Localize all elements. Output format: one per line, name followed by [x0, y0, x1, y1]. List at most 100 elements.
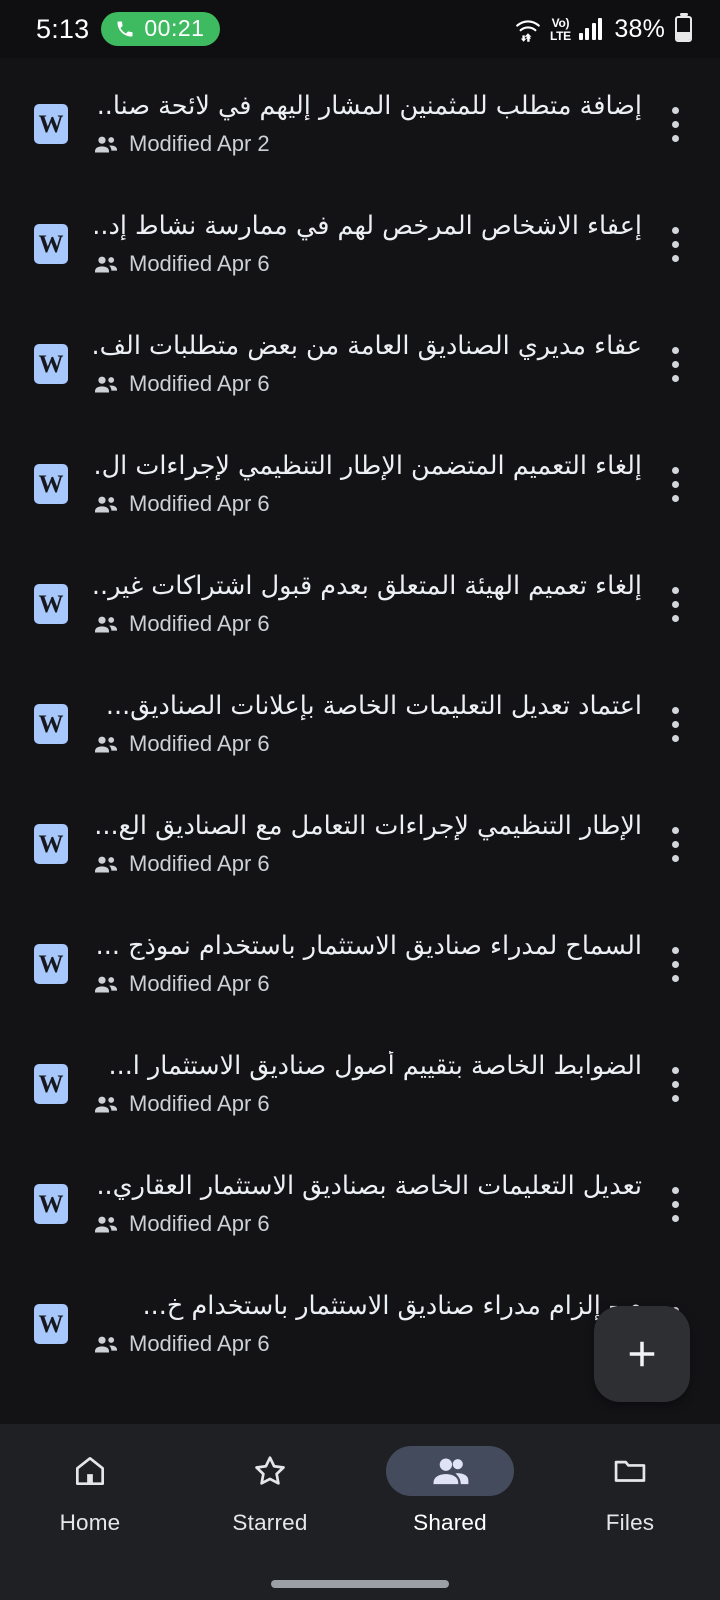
- kebab-dot: [671, 360, 679, 368]
- plus-icon: [629, 1341, 655, 1367]
- people-shared-icon: [95, 1337, 117, 1353]
- file-overflow-menu-button[interactable]: [652, 456, 698, 512]
- volte-line-2: LTE: [549, 28, 571, 43]
- file-meta: Modified Apr 6: [94, 1211, 642, 1237]
- file-overflow-menu-button[interactable]: [652, 936, 698, 992]
- kebab-dot: [671, 1186, 679, 1194]
- kebab-dot: [671, 586, 679, 594]
- file-meta: Modified Apr 6: [94, 611, 642, 637]
- word-document-icon: W: [34, 1184, 68, 1224]
- gesture-home-indicator[interactable]: [271, 1580, 449, 1588]
- kebab-dot: [671, 1080, 679, 1088]
- kebab-dot: [671, 1214, 679, 1222]
- file-overflow-menu-button[interactable]: [652, 696, 698, 752]
- file-list-item[interactable]: W الإطار التنظيمي لإجراءات التعامل مع الص…: [0, 784, 720, 904]
- word-document-icon: W: [34, 584, 68, 624]
- file-overflow-menu-button[interactable]: [652, 1176, 698, 1232]
- kebab-dot: [671, 254, 679, 262]
- file-meta: Modified Apr 2: [94, 131, 642, 157]
- status-clock: 5:13: [36, 13, 90, 44]
- signal-bars-icon: [578, 18, 603, 40]
- bottom-navigation-bar: Home Starred Shared Files: [0, 1424, 720, 1600]
- file-modified-label: Modified Apr 6: [129, 611, 270, 637]
- file-title: اعتماد تعديل التعليمات الخاصة بإعلانات ا…: [105, 690, 642, 721]
- file-item-body: اعتماد تعديل التعليمات الخاصة بإعلانات ا…: [94, 691, 642, 758]
- file-modified-label: Modified Apr 6: [129, 1211, 270, 1237]
- status-bar-right: Vo) LTE 38%: [514, 15, 692, 44]
- people-shared-icon: [95, 497, 117, 513]
- kebab-dot: [671, 106, 679, 114]
- word-document-icon: W: [34, 944, 68, 984]
- kebab-dot: [671, 1200, 679, 1208]
- file-overflow-menu-button[interactable]: [652, 1056, 698, 1112]
- phone-icon: [117, 21, 133, 36]
- file-title: م - إلزام مدراء صناديق الاستثمار باستخدا…: [142, 1290, 642, 1321]
- file-list-item[interactable]: W تعديل التعليمات الخاصة بصناديق الاستثما…: [0, 1144, 720, 1264]
- file-list-item[interactable]: W إلغاء التعميم المتضمن الإطار التنظيمي ل…: [0, 424, 720, 544]
- people-shared-icon: [95, 737, 117, 753]
- word-document-icon: W: [34, 824, 68, 864]
- file-list-item[interactable]: W إلغاء تعميم الهيئة المتعلق بعدم قبول اش…: [0, 544, 720, 664]
- tab-label: Shared: [413, 1510, 487, 1535]
- file-title: تعديل التعليمات الخاصة بصناديق الاستثمار…: [94, 1170, 642, 1201]
- kebab-dot: [671, 826, 679, 834]
- kebab-dot: [671, 226, 679, 234]
- tab-icon-pill: [386, 1446, 514, 1496]
- bottom-nav-tab-starred[interactable]: Starred: [180, 1442, 360, 1580]
- kebab-dot: [671, 120, 679, 128]
- word-document-icon: W: [34, 464, 68, 504]
- file-list-item[interactable]: W السماح لمدراء صناديق الاستثمار باستخدام…: [0, 904, 720, 1024]
- home-icon: [71, 1452, 109, 1490]
- kebab-dot: [671, 374, 679, 382]
- file-list-item[interactable]: W الضوابط الخاصة بتقييم أصول صناديق الاست…: [0, 1024, 720, 1144]
- tab-icon-pill: [206, 1446, 334, 1496]
- file-list-item[interactable]: W إضافة متطلب للمثمنين المشار إليهم في لا…: [0, 64, 720, 184]
- tab-icon-pill: [566, 1446, 694, 1496]
- file-overflow-menu-button[interactable]: [652, 816, 698, 872]
- file-overflow-menu-button[interactable]: [652, 96, 698, 152]
- file-list-item[interactable]: W اعتماد تعديل التعليمات الخاصة بإعلانات …: [0, 664, 720, 784]
- word-document-icon: W: [34, 704, 68, 744]
- people-shared-icon: [95, 977, 117, 993]
- kebab-dot: [671, 974, 679, 982]
- file-overflow-menu-button[interactable]: [652, 576, 698, 632]
- file-list-item[interactable]: W إعفاء الاشخاص المرخص لهم في ممارسة نشاط…: [0, 184, 720, 304]
- kebab-dot: [671, 720, 679, 728]
- shared-files-list[interactable]: W إضافة متطلب للمثمنين المشار إليهم في لا…: [0, 58, 720, 1424]
- status-bar-left: 5:13 00:21: [36, 12, 221, 46]
- file-list-item[interactable]: W عفاء مديري الصناديق العامة من بعض متطلب…: [0, 304, 720, 424]
- file-meta: Modified Apr 6: [94, 1331, 642, 1357]
- people-shared-icon: [95, 137, 117, 153]
- file-item-body: إلغاء تعميم الهيئة المتعلق بعدم قبول اشت…: [94, 571, 642, 638]
- word-document-icon: W: [34, 344, 68, 384]
- file-overflow-menu-button[interactable]: [652, 336, 698, 392]
- active-call-chip[interactable]: 00:21: [101, 12, 221, 46]
- kebab-dot: [671, 600, 679, 608]
- file-modified-label: Modified Apr 6: [129, 971, 270, 997]
- bottom-nav-tab-files[interactable]: Files: [540, 1442, 720, 1580]
- app-root: 5:13 00:21 Vo) LTE 38% W إضافة متطلب للم…: [0, 0, 720, 1600]
- kebab-dot: [671, 1094, 679, 1102]
- file-modified-label: Modified Apr 6: [129, 1091, 270, 1117]
- file-modified-label: Modified Apr 2: [129, 131, 270, 157]
- bottom-nav-tab-home[interactable]: Home: [0, 1442, 180, 1580]
- kebab-dot: [671, 466, 679, 474]
- people-shared-icon: [95, 1217, 117, 1233]
- file-title: إعفاء الاشخاص المرخص لهم في ممارسة نشاط …: [94, 210, 642, 241]
- file-overflow-menu-button[interactable]: [652, 216, 698, 272]
- file-meta: Modified Apr 6: [94, 371, 642, 397]
- file-modified-label: Modified Apr 6: [129, 731, 270, 757]
- file-item-body: إلغاء التعميم المتضمن الإطار التنظيمي لإ…: [94, 451, 642, 518]
- kebab-dot: [671, 346, 679, 354]
- create-new-button[interactable]: [594, 1306, 690, 1402]
- file-modified-label: Modified Apr 6: [129, 851, 270, 877]
- kebab-dot: [671, 240, 679, 248]
- kebab-dot: [671, 946, 679, 954]
- call-timer: 00:21: [144, 15, 205, 41]
- kebab-dot: [671, 734, 679, 742]
- people-shared-icon: [95, 1097, 117, 1113]
- kebab-dot: [671, 494, 679, 502]
- file-meta: Modified Apr 6: [94, 1091, 642, 1117]
- kebab-dot: [671, 960, 679, 968]
- bottom-nav-tab-shared[interactable]: Shared: [360, 1442, 540, 1580]
